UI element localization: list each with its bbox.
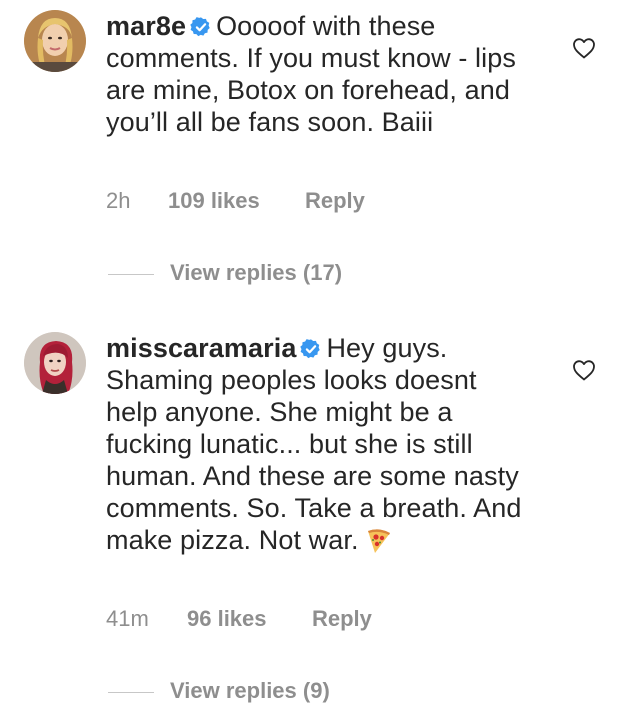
divider-line xyxy=(108,691,154,693)
comment-username[interactable]: misscaramaria xyxy=(106,333,296,363)
comment-time: 41m xyxy=(106,606,149,631)
pizza-emoji-icon xyxy=(363,525,393,555)
comment-username[interactable]: mar8e xyxy=(106,11,186,41)
verified-badge-icon xyxy=(190,16,212,38)
comment-time: 2h xyxy=(106,188,131,213)
verified-badge-icon xyxy=(300,338,322,360)
heart-outline-icon[interactable] xyxy=(572,37,596,59)
view-replies-button[interactable]: View replies (17) xyxy=(108,260,342,286)
divider-line xyxy=(108,273,154,275)
comment-likes[interactable]: 96 likes xyxy=(187,606,312,632)
comment-likes[interactable]: 109 likes xyxy=(168,188,305,214)
avatar[interactable] xyxy=(24,10,86,72)
view-replies-label: View replies (9) xyxy=(170,678,330,703)
comment-text: Hey guys. Shaming peoples looks doesnt h… xyxy=(106,333,522,555)
comment-meta: 41m 96 likes Reply xyxy=(106,606,372,632)
comment-text-block: misscaramaria Hey guys. Shaming peoples l… xyxy=(106,332,526,556)
reply-button[interactable]: Reply xyxy=(305,188,365,214)
view-replies-label: View replies (17) xyxy=(170,260,343,285)
avatar[interactable] xyxy=(24,332,86,394)
comment-text-block: mar8e Ooooof with these comments. If you … xyxy=(106,10,526,138)
view-replies-button[interactable]: View replies (9) xyxy=(108,678,330,704)
reply-button[interactable]: Reply xyxy=(312,606,372,632)
comment-body: mar8e Ooooof with these comments. If you … xyxy=(106,10,526,138)
heart-outline-icon[interactable] xyxy=(572,359,596,381)
comment-meta: 2h 109 likes Reply xyxy=(106,188,365,214)
comment-body: misscaramaria Hey guys. Shaming peoples l… xyxy=(106,332,526,556)
